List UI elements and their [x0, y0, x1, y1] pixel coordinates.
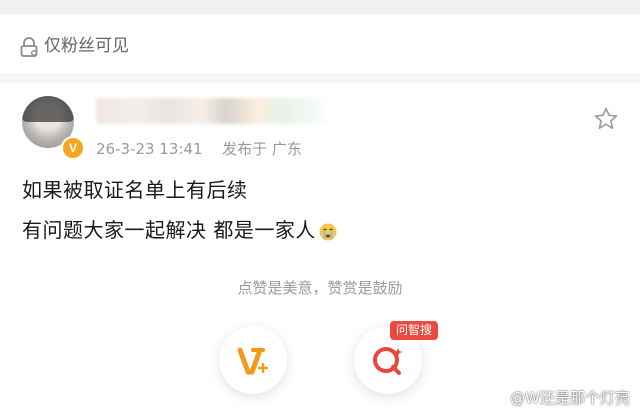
username-blurred[interactable] [96, 98, 332, 124]
reward-button[interactable] [219, 326, 287, 394]
vip-badge-icon: V [61, 136, 85, 160]
post-text-line-2: 有问题大家一起解决 都是一家人 [22, 216, 338, 244]
smart-search-tag: 问智搜 [390, 321, 439, 340]
visibility-label: 仅粉丝可见 [44, 36, 129, 56]
reward-hint: 点赞是美意，赞赏是鼓励 [237, 279, 403, 297]
avatar-hair [22, 96, 74, 122]
watermark: @W还是那个灯亮 [510, 389, 630, 407]
post-text-line-2-text: 有问题大家一起解决 都是一家人 [22, 218, 316, 242]
lock-icon [20, 37, 38, 57]
post-location: 发布于 广东 [222, 140, 302, 158]
section-divider [0, 75, 640, 83]
post-meta: 26-3-23 13:41 发布于 广东 [96, 138, 302, 160]
visibility-bar: 仅粉丝可见 [0, 14, 640, 75]
favorite-star-icon[interactable] [593, 106, 619, 132]
post-text-line-1: 如果被取证名单上有后续 [22, 178, 248, 202]
top-strip [0, 0, 640, 14]
crying-face-emoji-icon [319, 223, 337, 240]
post-timestamp: 26-3-23 13:41 [96, 140, 203, 158]
reward-v-plus-icon [237, 347, 269, 375]
